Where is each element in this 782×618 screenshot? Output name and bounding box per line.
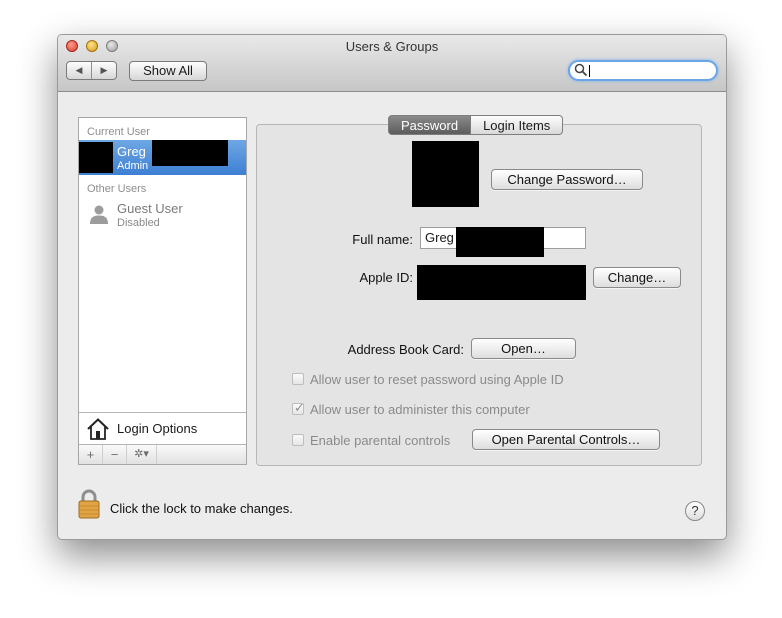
open-address-book-button[interactable]: Open… [471, 338, 576, 359]
apple-id-label: Apple ID: [359, 270, 413, 285]
users-groups-window: Users & Groups ◀ ▶ Show All Current User… [57, 34, 727, 540]
current-user-name: Greg [117, 144, 146, 159]
back-button[interactable]: ◀ [67, 62, 92, 79]
user-picture-redacted[interactable] [412, 141, 479, 207]
guest-user-status: Disabled [117, 217, 160, 229]
tab-login-items[interactable]: Login Items [471, 115, 564, 135]
house-icon [87, 418, 109, 440]
help-button[interactable]: ? [685, 501, 705, 521]
user-avatar-redacted [79, 142, 113, 173]
tab-bar: Password Login Items [388, 115, 564, 135]
forward-arrow-icon: ▶ [100, 65, 108, 75]
other-users-header: Other Users [87, 183, 147, 195]
administer-label: Allow user to administer this computer [310, 401, 530, 417]
window-title: Users & Groups [345, 39, 439, 54]
guest-user-icon [90, 205, 108, 224]
administer-checkbox[interactable]: ✓ [292, 400, 305, 415]
current-user-row[interactable]: Greg Admin [79, 140, 246, 175]
user-name-redacted [152, 140, 228, 166]
parental-controls-checkbox[interactable] [292, 434, 304, 446]
login-options-label: Login Options [117, 421, 198, 436]
reset-password-option[interactable]: Allow user to reset password using Apple… [292, 370, 564, 388]
current-user-role: Admin [117, 160, 149, 172]
apple-id-redacted [417, 265, 586, 300]
gear-icon: ✲▾ [134, 448, 149, 460]
tab-password[interactable]: Password [388, 115, 472, 135]
search-field[interactable] [568, 60, 718, 81]
lock-message: Click the lock to make changes. [110, 501, 293, 516]
full-name-redacted [456, 227, 544, 257]
open-parental-controls-button[interactable]: Open Parental Controls… [472, 429, 660, 450]
guest-user-row[interactable]: Guest User Disabled [79, 197, 246, 232]
back-arrow-icon: ◀ [75, 65, 83, 75]
administer-option[interactable]: ✓ Allow user to administer this computer [292, 400, 530, 418]
parental-controls-option[interactable]: Enable parental controls [292, 431, 450, 449]
full-name-value: Greg [425, 230, 454, 245]
search-icon [574, 63, 588, 77]
address-book-card-label: Address Book Card: [347, 342, 464, 357]
title-bar: Users & Groups ◀ ▶ Show All [58, 35, 726, 92]
full-name-label: Full name: [352, 232, 413, 247]
gear-menu-button[interactable]: ✲▾ [127, 445, 157, 464]
users-sidebar: Current User Greg Admin Other Users Gues… [78, 117, 247, 465]
change-apple-id-button[interactable]: Change… [593, 267, 681, 288]
sidebar-footer: + − ✲▾ [79, 444, 246, 464]
reset-password-label: Allow user to reset password using Apple… [310, 371, 564, 387]
current-user-header: Current User [87, 126, 150, 138]
show-all-button[interactable]: Show All [129, 61, 207, 81]
guest-user-name: Guest User [117, 201, 183, 216]
back-forward-control: ◀ ▶ [66, 61, 117, 80]
parental-controls-label: Enable parental controls [310, 432, 451, 448]
remove-user-button[interactable]: − [103, 445, 127, 464]
text-cursor [589, 65, 590, 77]
change-password-button[interactable]: Change Password… [491, 169, 643, 190]
forward-button[interactable]: ▶ [92, 62, 116, 79]
reset-password-checkbox[interactable] [292, 373, 304, 385]
lock-icon[interactable] [78, 489, 100, 519]
checkmark-icon: ✓ [294, 400, 305, 415]
add-user-button[interactable]: + [79, 445, 103, 464]
login-options-row[interactable]: Login Options [79, 412, 246, 444]
